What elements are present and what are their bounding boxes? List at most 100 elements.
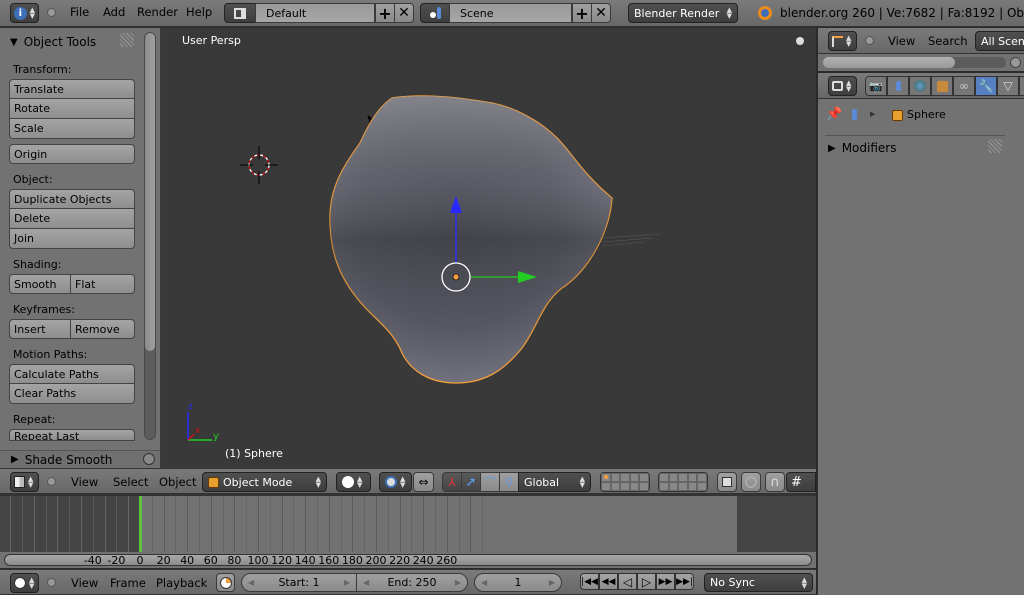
layer-button[interactable] [697,482,707,491]
layer-button[interactable] [678,473,688,482]
remove-keyframe-button[interactable]: Remove [70,319,135,339]
scale-button[interactable]: Scale [9,119,135,139]
delete-button[interactable]: Delete [9,209,135,229]
tab-render[interactable]: 📷 [865,76,887,96]
layer-button[interactable] [629,482,640,491]
editor-type-button[interactable]: ▲ ▼ [828,31,857,51]
layer-button[interactable] [620,473,630,482]
editor-type-button[interactable]: ▲ ▼ [10,472,39,492]
smooth-button[interactable]: Smooth [9,274,71,294]
add-screen-button[interactable]: + [375,3,395,23]
menu-add[interactable]: Add [103,5,125,19]
manipulator-toggle[interactable]: ⅄ [442,472,462,492]
menu-frame[interactable]: Frame [110,576,146,590]
layer-buttons-group-1[interactable] [600,472,650,492]
repeat-last-button[interactable]: Repeat Last [9,429,135,441]
screen-layout-icon-button[interactable] [224,3,256,23]
operator-panel[interactable]: ▶ Shade Smooth [0,450,160,468]
delete-screen-button[interactable]: ✕ [394,3,414,23]
layer-button[interactable] [639,473,649,482]
play-button[interactable]: ▷ [637,573,656,590]
pin-icon[interactable]: 📌 [826,107,842,122]
editor-type-button[interactable]: ▲ ▼ [828,76,857,96]
current-frame-indicator[interactable] [139,496,142,552]
duplicate-objects-button[interactable]: Duplicate Objects [9,189,135,209]
editor-type-button[interactable]: i ▲ ▼ [10,3,39,23]
calculate-paths-button[interactable]: Calculate Paths [9,364,135,384]
increment-arrow-icon[interactable]: ▶ [344,578,350,587]
menu-view[interactable]: View [888,34,915,48]
orientation-dropdown[interactable]: Global ▲ ▼ [518,472,591,492]
snap-element-dropdown[interactable]: # [786,472,816,492]
layer-button[interactable] [601,482,611,491]
decrement-arrow-icon[interactable]: ◀ [248,578,254,587]
operator-pin-icon[interactable] [143,453,155,465]
origin-button[interactable]: Origin [9,144,135,164]
translate-button[interactable]: Translate [9,79,135,99]
collapse-menus-icon[interactable] [865,36,874,45]
jump-to-end-button[interactable]: ▶▶| [675,573,694,590]
layer-button[interactable] [668,473,679,482]
add-scene-button[interactable]: + [572,3,592,23]
layer-button[interactable] [668,482,679,491]
layer-button[interactable] [620,482,630,491]
layer-1-active[interactable] [601,473,611,482]
collapse-menus-icon[interactable] [47,8,56,17]
menu-view[interactable]: View [71,576,98,590]
layer-buttons-group-2[interactable] [658,472,708,492]
layer-button[interactable] [639,482,649,491]
outliner-body[interactable] [818,54,1024,71]
manipulator-center-toggle[interactable]: ⇔ [413,472,434,492]
decrement-arrow-icon[interactable]: ◀ [363,578,369,587]
drag-handle-icon[interactable] [988,139,1002,153]
insert-keyframe-button[interactable]: Insert [9,319,71,339]
tool-shelf-scrollbar-thumb[interactable] [145,33,155,351]
outliner-scrollbar[interactable] [823,57,1006,68]
translate-manipulator-button[interactable]: ➚ [461,472,481,492]
menu-select[interactable]: Select [113,475,148,489]
menu-object[interactable]: Object [159,475,196,489]
editor-type-button[interactable]: ▲ ▼ [10,573,39,593]
viewport-shading-dropdown[interactable]: ▲ ▼ [336,472,371,492]
join-button[interactable]: Join [9,229,135,249]
lock-camera-layers-button[interactable] [717,472,737,492]
increment-arrow-icon[interactable]: ▶ [549,578,555,587]
decrement-arrow-icon[interactable]: ◀ [481,578,487,587]
render-engine-dropdown[interactable]: Blender Render ▲ ▼ [628,3,738,23]
3d-viewport[interactable]: User Persp z x y (1) Sphere [162,28,816,468]
rotate-button[interactable]: Rotate [9,99,135,119]
modifiers-panel-header[interactable]: ▶ Modifiers [828,141,896,155]
play-reverse-button[interactable]: ◁ [618,573,637,590]
tab-scene[interactable] [887,76,909,96]
layer-button[interactable] [629,473,640,482]
layer-button[interactable] [659,473,669,482]
clear-paths-button[interactable]: Clear Paths [9,384,135,404]
preview-range-toggle[interactable] [216,573,235,592]
menu-file[interactable]: File [70,5,89,19]
tool-shelf-scrollbar-track[interactable] [144,32,156,440]
rotate-manipulator-button[interactable]: ⌒ [480,472,500,492]
tab-material[interactable] [1019,76,1024,96]
increment-arrow-icon[interactable]: ▶ [455,578,461,587]
layer-button[interactable] [610,482,621,491]
display-mode-dropdown[interactable]: All Scenes [975,31,1024,51]
menu-help[interactable]: Help [186,5,212,19]
jump-to-keyframe-back-button[interactable]: ◀◀ [599,573,618,590]
tab-object[interactable] [931,76,953,96]
outliner-toggle-icon[interactable] [1010,57,1021,68]
flat-button[interactable]: Flat [70,274,135,294]
scene-field[interactable]: Scene [449,3,572,23]
delete-scene-button[interactable]: ✕ [591,3,611,23]
tab-data[interactable]: ▽ [997,76,1019,96]
layer-button[interactable] [659,482,669,491]
end-frame-field[interactable]: ◀ End: 250 ▶ [356,573,468,592]
layer-button[interactable] [610,473,621,482]
screen-layout-field[interactable]: Default [255,3,375,23]
proportional-editing-button[interactable] [741,472,761,492]
menu-render[interactable]: Render [137,5,178,19]
menu-search[interactable]: Search [928,34,968,48]
sync-mode-dropdown[interactable]: No Sync ▲ ▼ [704,573,813,592]
jump-to-keyframe-forward-button[interactable]: ▶▶ [656,573,675,590]
scale-manipulator-button[interactable]: ⚲ [499,472,519,492]
tab-modifiers[interactable]: 🔧 [975,76,997,96]
